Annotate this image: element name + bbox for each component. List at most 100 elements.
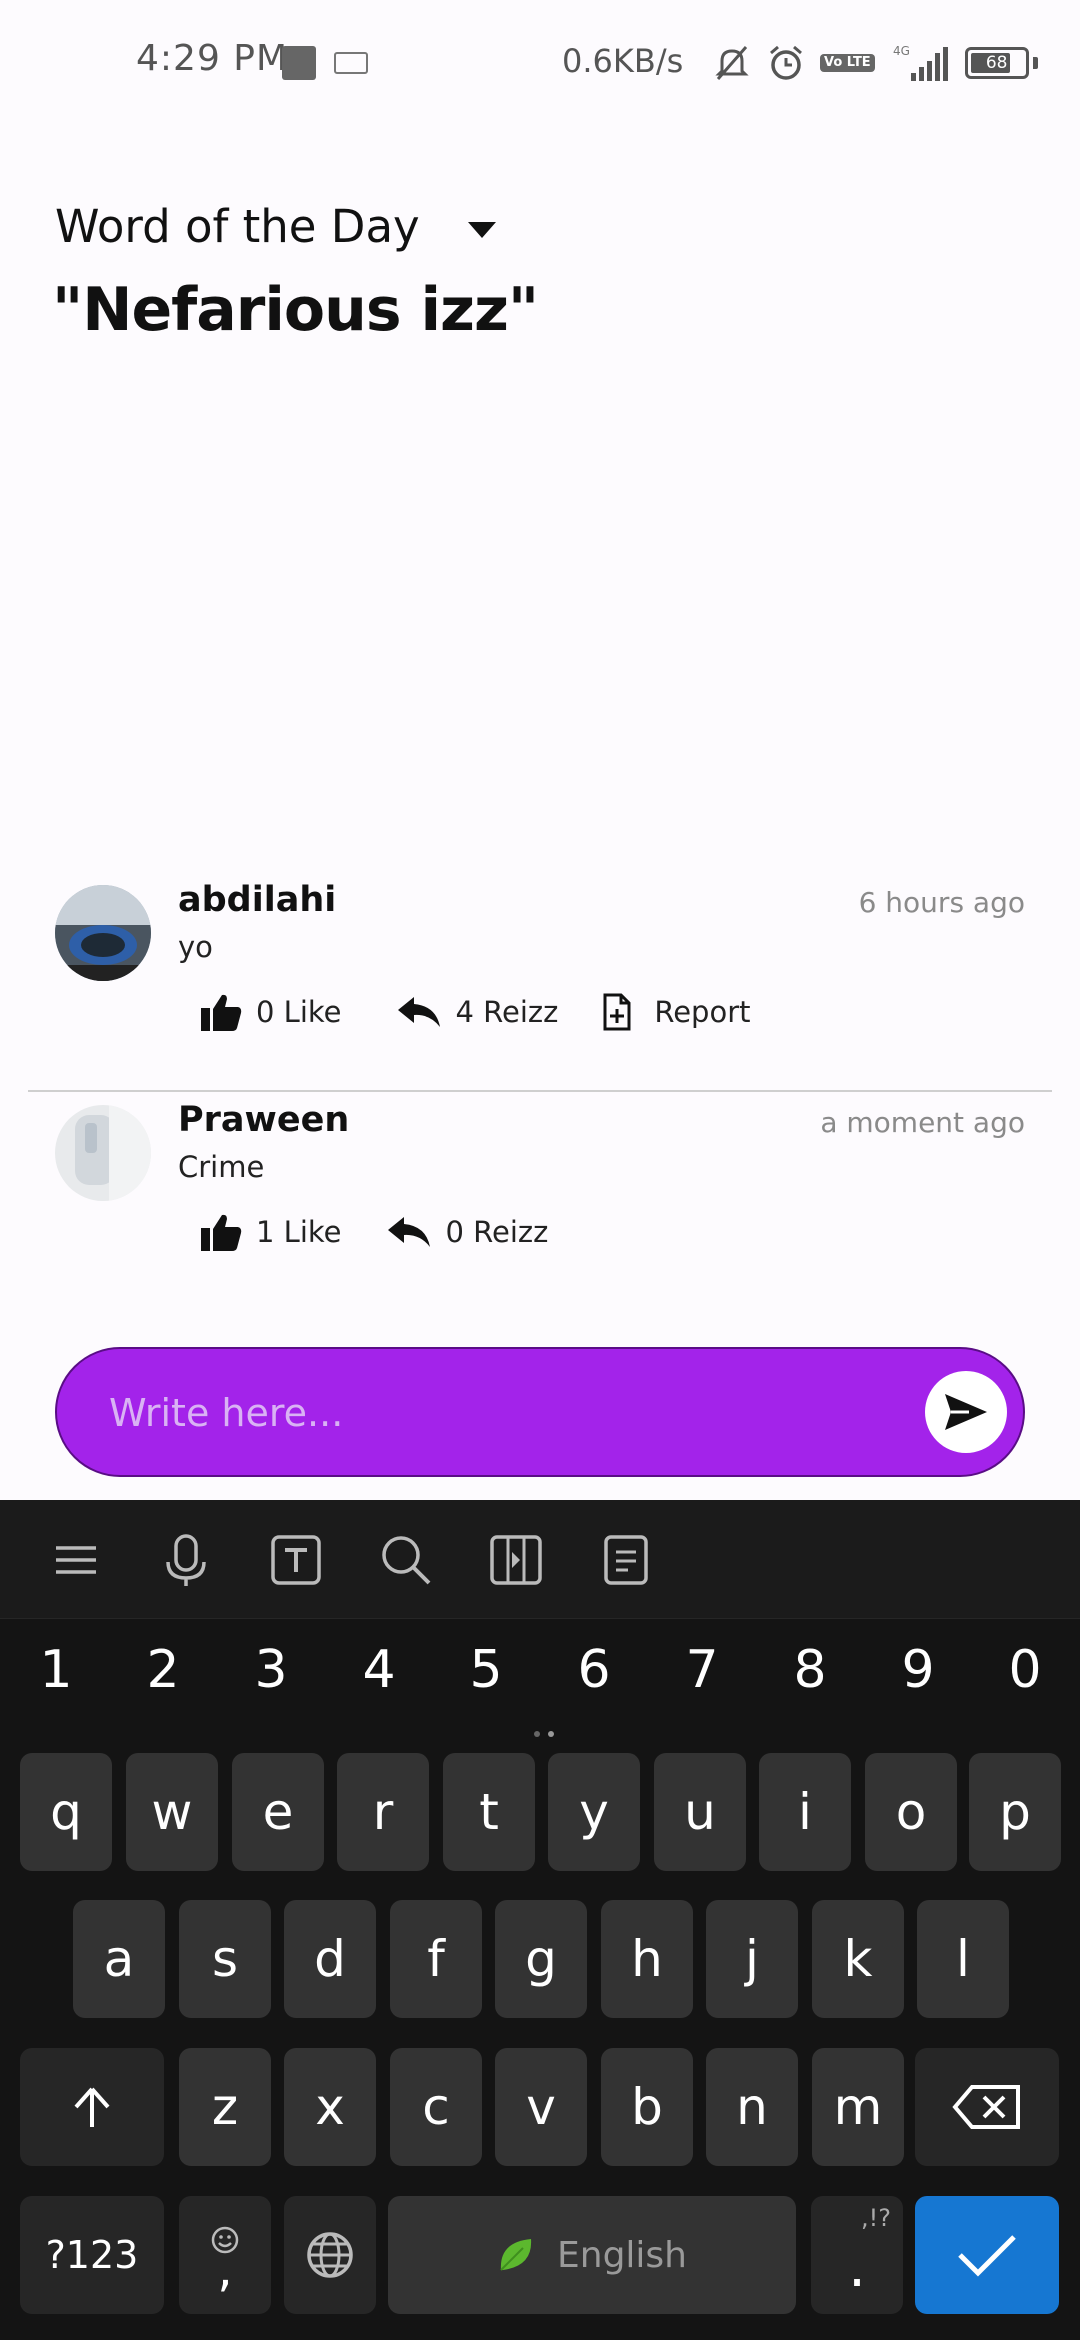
key-z[interactable]: z: [179, 2048, 271, 2166]
avatar[interactable]: [55, 1105, 151, 1201]
key-3[interactable]: 3: [221, 1640, 321, 1700]
status-icons: Vo LTE 4G 68: [712, 42, 1038, 84]
emoji-comma-key[interactable]: ,: [179, 2196, 271, 2314]
microphone-icon[interactable]: [156, 1530, 216, 1590]
key-c[interactable]: c: [390, 2048, 482, 2166]
comment-username[interactable]: Praween: [178, 1100, 349, 1140]
keyboard-notification-icon: [334, 52, 368, 74]
menu-icon[interactable]: [46, 1530, 106, 1590]
key-w[interactable]: w: [126, 1753, 218, 1871]
comment-username[interactable]: abdilahi: [178, 880, 336, 920]
send-icon: [945, 1394, 987, 1430]
search-icon[interactable]: [376, 1530, 436, 1590]
period-key[interactable]: ,!? .: [811, 2196, 903, 2314]
comment-actions: 1 Like 0 Reizz: [200, 1212, 592, 1252]
key-q[interactable]: q: [20, 1753, 112, 1871]
shift-arrow-icon: [74, 2087, 110, 2127]
key-e[interactable]: e: [232, 1753, 324, 1871]
report-button[interactable]: Report: [602, 993, 751, 1031]
clipboard-media-icon[interactable]: [486, 1530, 546, 1590]
notification-icon: [282, 46, 316, 80]
key-b[interactable]: b: [601, 2048, 693, 2166]
comment-time: 6 hours ago: [858, 886, 1025, 919]
number-row: 1 2 3 4 5 6 7 8 9 0: [0, 1640, 1080, 1720]
like-button[interactable]: 0 Like: [200, 992, 342, 1032]
key-y[interactable]: y: [548, 1753, 640, 1871]
svg-text:4G: 4G: [893, 44, 910, 58]
key-u[interactable]: u: [654, 1753, 746, 1871]
notes-icon[interactable]: [596, 1530, 656, 1590]
like-count: 0 Like: [256, 995, 342, 1029]
avatar[interactable]: [55, 885, 151, 981]
text-style-icon[interactable]: [266, 1530, 326, 1590]
leaf-icon: [500, 2239, 532, 2271]
reply-count: 0 Reizz: [445, 1215, 549, 1249]
volte-icon: Vo LTE: [820, 54, 875, 72]
comment-time: a moment ago: [820, 1106, 1025, 1139]
status-bar: 4:29 PM 0.6KB/s Vo LTE 4G 68: [0, 0, 1080, 126]
like-count: 1 Like: [256, 1215, 342, 1249]
enter-key[interactable]: [915, 2196, 1059, 2314]
key-f[interactable]: f: [390, 1900, 482, 2018]
key-a[interactable]: a: [73, 1900, 165, 2018]
key-x[interactable]: x: [284, 2048, 376, 2166]
mute-bell-icon: [715, 46, 749, 80]
thumbs-up-icon: [201, 1214, 242, 1251]
key-8[interactable]: 8: [760, 1640, 860, 1700]
key-o[interactable]: o: [865, 1753, 957, 1871]
period-label: .: [848, 2234, 866, 2300]
report-label: Report: [654, 995, 751, 1029]
key-k[interactable]: k: [812, 1900, 904, 2018]
like-button[interactable]: 1 Like: [200, 1212, 342, 1252]
key-g[interactable]: g: [495, 1900, 587, 2018]
backspace-icon: [952, 2085, 1020, 2129]
key-d[interactable]: d: [284, 1900, 376, 2018]
key-i[interactable]: i: [759, 1753, 851, 1871]
key-7[interactable]: 7: [652, 1640, 752, 1700]
key-v[interactable]: v: [495, 2048, 587, 2166]
reply-button[interactable]: 0 Reizz: [386, 1215, 549, 1249]
reply-icon: [387, 1217, 430, 1247]
key-5[interactable]: 5: [436, 1640, 536, 1700]
battery-icon: 68: [964, 47, 1029, 79]
comment-input[interactable]: [107, 1379, 911, 1447]
symbols-key[interactable]: ?123: [20, 2196, 164, 2314]
key-p[interactable]: p: [969, 1753, 1061, 1871]
send-button[interactable]: [925, 1371, 1007, 1453]
word-of-day: "Nefarious izz": [52, 275, 539, 345]
comment-text: Crime: [178, 1150, 265, 1184]
reply-count: 4 Reizz: [455, 995, 559, 1029]
backspace-key[interactable]: [915, 2048, 1059, 2166]
report-icon: [603, 993, 631, 1031]
key-s[interactable]: s: [179, 1900, 271, 2018]
keyboard-toolbar: [0, 1500, 1080, 1619]
key-n[interactable]: n: [706, 2048, 798, 2166]
key-l[interactable]: l: [917, 1900, 1009, 2018]
signal-icon: 4G: [893, 44, 948, 81]
comment-text: yo: [178, 930, 213, 964]
key-4[interactable]: 4: [329, 1640, 429, 1700]
key-0[interactable]: 0: [975, 1640, 1075, 1700]
key-t[interactable]: t: [443, 1753, 535, 1871]
battery-level: 68: [985, 53, 1008, 73]
comment-composer: [55, 1347, 1025, 1477]
key-6[interactable]: 6: [544, 1640, 644, 1700]
reply-button[interactable]: 4 Reizz: [396, 995, 559, 1029]
thumbs-up-icon: [201, 994, 242, 1031]
divider: [28, 1090, 1052, 1092]
key-h[interactable]: h: [601, 1900, 693, 2018]
key-1[interactable]: 1: [6, 1640, 106, 1700]
key-2[interactable]: 2: [113, 1640, 213, 1700]
page-indicator: [534, 1722, 574, 1737]
key-m[interactable]: m: [812, 2048, 904, 2166]
language-key[interactable]: [284, 2196, 376, 2314]
space-bar[interactable]: English: [388, 2196, 796, 2314]
key-r[interactable]: r: [337, 1753, 429, 1871]
dropdown-caret-icon[interactable]: [468, 222, 496, 238]
comment-actions: 0 Like 4 Reizz Report: [200, 992, 795, 1032]
shift-key[interactable]: [20, 2048, 164, 2166]
key-j[interactable]: j: [706, 1900, 798, 2018]
key-9[interactable]: 9: [868, 1640, 968, 1700]
globe-icon: [307, 2232, 353, 2278]
soft-keyboard: 1 2 3 4 5 6 7 8 9 0 q w e r t y u i o p …: [0, 1500, 1080, 2340]
